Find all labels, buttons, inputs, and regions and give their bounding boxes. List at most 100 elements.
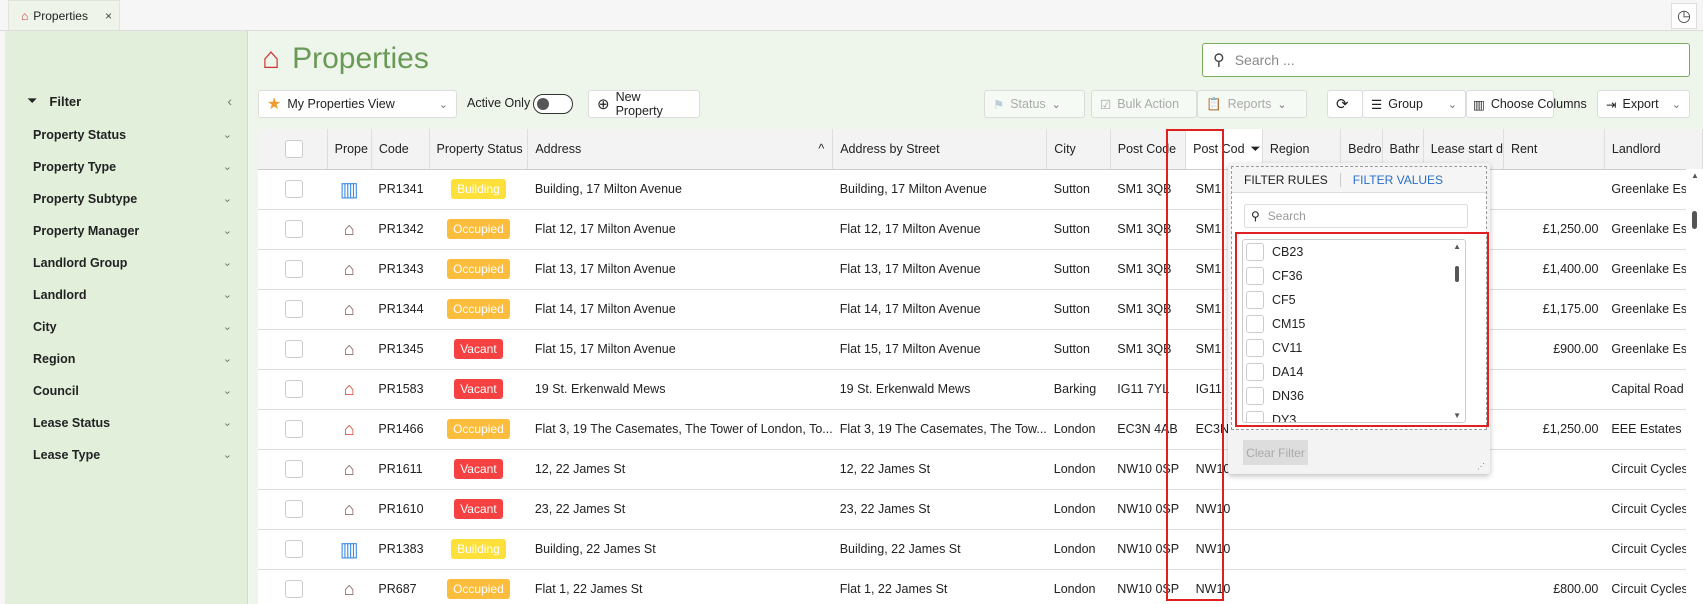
- filter-search-input[interactable]: ⚲ Search: [1244, 204, 1468, 228]
- collapse-icon[interactable]: ‹: [227, 93, 232, 109]
- sidebar-filter-landlord[interactable]: Landlord ⌄: [33, 288, 232, 302]
- row-checkbox[interactable]: [285, 300, 303, 318]
- tab-filter-values[interactable]: FILTER VALUES: [1341, 173, 1455, 187]
- sidebar-filter-city[interactable]: City ⌄: [33, 320, 232, 334]
- vertical-scrollbar[interactable]: ▲: [1686, 169, 1703, 604]
- scroll-up-icon[interactable]: ▲: [1691, 171, 1699, 180]
- column-header[interactable]: Code: [371, 129, 430, 170]
- filter-header[interactable]: ⏷ Filter ‹: [27, 93, 232, 109]
- close-icon[interactable]: ×: [105, 9, 112, 23]
- sidebar-filter-region[interactable]: Region ⌄: [33, 352, 232, 366]
- chevron-down-icon: ⌄: [222, 449, 232, 461]
- reports-button[interactable]: 📋 Reports ⌄: [1197, 90, 1307, 118]
- sidebar-filter-landlord-group[interactable]: Landlord Group ⌄: [33, 256, 232, 270]
- column-header-label: Rent: [1510, 141, 1538, 156]
- sidebar-filter-council[interactable]: Council ⌄: [33, 384, 232, 398]
- sidebar-item-label: Lease Type: [33, 448, 101, 462]
- address-cell: Flat 14, 17 Milton Avenue: [527, 289, 833, 330]
- scrollbar-thumb[interactable]: [1692, 211, 1697, 229]
- address-cell: Flat 12, 17 Milton Avenue: [527, 209, 833, 250]
- column-header-label: Bedro: [1348, 141, 1382, 156]
- house-icon: ⌂: [327, 489, 372, 530]
- status-badge: Vacant: [454, 459, 503, 479]
- sidebar-filter-property-subtype[interactable]: Property Subtype ⌄: [33, 192, 232, 206]
- column-header[interactable]: Address by Street: [832, 129, 1048, 170]
- row-checkbox[interactable]: [285, 500, 303, 518]
- row-checkbox[interactable]: [285, 260, 303, 278]
- chevron-down-icon: ⌄: [438, 98, 448, 111]
- status-button[interactable]: ⚑ Status ⌄: [984, 90, 1085, 118]
- column-header[interactable]: Landlord: [1604, 129, 1703, 170]
- column-header-label: Bathr: [1389, 141, 1420, 156]
- view-selector[interactable]: ★ My Properties View ⌄: [258, 90, 457, 118]
- plus-circle-icon: ⊕: [597, 96, 610, 113]
- row-checkbox[interactable]: [285, 220, 303, 238]
- select-all-checkbox[interactable]: [285, 139, 303, 158]
- table-row[interactable]: ⌂ PR1610 Vacant 23, 22 James St 23, 22 J…: [258, 489, 1703, 530]
- row-checkbox[interactable]: [285, 460, 303, 478]
- history-icon[interactable]: ◷: [1671, 3, 1697, 29]
- row-checkbox[interactable]: [285, 580, 303, 598]
- sidebar-filter-property-manager[interactable]: Property Manager ⌄: [33, 224, 232, 238]
- column-header[interactable]: Prope: [327, 129, 372, 170]
- group-button[interactable]: ☰ Group ⌄: [1362, 90, 1466, 118]
- status-badge: Occupied: [447, 419, 510, 439]
- column-header[interactable]: Rent: [1503, 129, 1605, 170]
- row-checkbox[interactable]: [285, 180, 303, 198]
- tab-properties[interactable]: ⌂ Properties ×: [8, 0, 120, 30]
- search-placeholder: Search ...: [1234, 52, 1295, 68]
- column-header-label: Lease start d: [1430, 141, 1503, 156]
- column-header[interactable]: Property Status: [429, 129, 529, 170]
- new-property-button[interactable]: ⊕ New Property: [588, 90, 700, 118]
- code-cell: PR1344: [371, 289, 430, 330]
- rent-cell: £800.00: [1503, 569, 1605, 604]
- tab-filter-rules[interactable]: FILTER RULES: [1232, 172, 1341, 187]
- city-cell: Sutton: [1046, 289, 1111, 330]
- row-checkbox[interactable]: [285, 540, 303, 558]
- sidebar-filter-lease-status[interactable]: Lease Status ⌄: [33, 416, 232, 430]
- rent-cell: [1503, 369, 1605, 410]
- sidebar-filter-property-type[interactable]: Property Type ⌄: [33, 160, 232, 174]
- row-checkbox[interactable]: [285, 420, 303, 438]
- address-cell: Flat 13, 17 Milton Avenue: [527, 249, 833, 290]
- city-cell: Sutton: [1046, 209, 1111, 250]
- address-cell: Building, 17 Milton Avenue: [527, 169, 833, 210]
- city-cell: London: [1046, 489, 1111, 530]
- table-row[interactable]: ⌂ PR687 Occupied Flat 1, 22 James St Fla…: [258, 569, 1703, 604]
- sidebar-filter-lease-type[interactable]: Lease Type ⌄: [33, 448, 232, 462]
- city-cell: Sutton: [1046, 169, 1111, 210]
- column-header[interactable]: City: [1046, 129, 1111, 170]
- status-badge: Occupied: [447, 259, 510, 279]
- search-input[interactable]: ⚲ Search ...: [1202, 43, 1690, 77]
- resize-grip-icon[interactable]: ⋰: [1477, 462, 1485, 471]
- export-button[interactable]: ⇥ Export ⌄: [1597, 90, 1690, 118]
- code-cell: PR1383: [371, 529, 430, 570]
- chevron-down-icon: ⌄: [222, 225, 232, 237]
- sidebar-filter-property-status[interactable]: Property Status ⌄: [33, 128, 232, 142]
- row-checkbox[interactable]: [285, 380, 303, 398]
- flag-icon: ⚑: [993, 97, 1005, 112]
- clear-filter-button[interactable]: Clear Filter: [1243, 440, 1308, 465]
- code-cell: PR1341: [371, 169, 430, 210]
- refresh-button[interactable]: ⟳: [1327, 90, 1363, 118]
- table-row[interactable]: ▥ PR1383 Building Building, 22 James St …: [258, 529, 1703, 570]
- export-label: Export: [1622, 97, 1659, 111]
- sidebar-item-label: Property Type: [33, 160, 117, 174]
- page-title-text: Properties: [292, 42, 429, 75]
- column-header-label: City: [1054, 141, 1076, 156]
- column-header-label: Address: [535, 141, 582, 156]
- choose-columns-button[interactable]: ▥ Choose Columns: [1466, 90, 1587, 118]
- code-cell: PR1342: [371, 209, 430, 250]
- address-by-street-cell: 23, 22 James St: [832, 489, 1047, 530]
- address-by-street-cell: Flat 14, 17 Milton Avenue: [832, 289, 1047, 330]
- select-all-header[interactable]: [258, 129, 328, 170]
- active-only-toggle[interactable]: [533, 94, 573, 114]
- sidebar-item-label: City: [33, 320, 57, 334]
- row-checkbox[interactable]: [285, 340, 303, 358]
- column-header[interactable]: Address ^: [527, 129, 834, 170]
- sort-asc-icon[interactable]: ^: [818, 142, 824, 156]
- export-icon: ⇥: [1606, 97, 1617, 112]
- address-by-street-cell: Building, 22 James St: [832, 529, 1047, 570]
- filter-icon[interactable]: ⏷: [1251, 142, 1261, 157]
- bulk-action-button[interactable]: ☑ Bulk Action: [1091, 90, 1197, 118]
